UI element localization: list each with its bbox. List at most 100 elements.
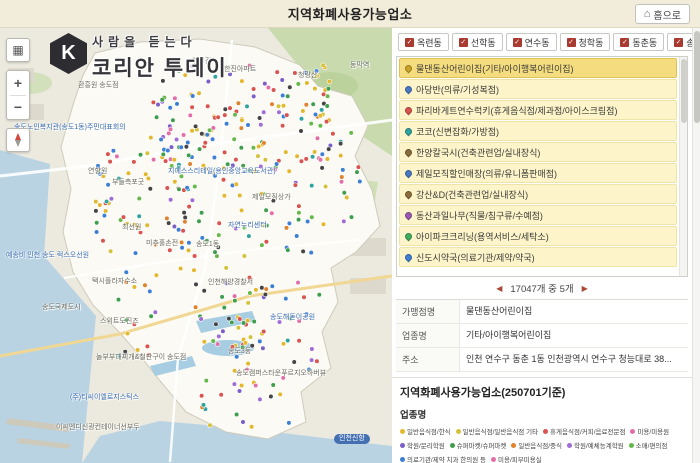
map-pin-icon bbox=[404, 189, 414, 199]
checkbox-icon: ✓ bbox=[405, 38, 414, 47]
header-bar: 지역화폐사용가능업소 ⌂ 홈으로 bbox=[0, 0, 700, 28]
legend-item-label: 의료기관/제약 치과 한의원 등 bbox=[407, 454, 486, 463]
list-item[interactable]: 한양칼국시(건축관련업/실내장식) bbox=[399, 142, 677, 162]
panel-scrollbar[interactable] bbox=[692, 28, 700, 463]
next-page-button[interactable]: ▶ bbox=[582, 284, 588, 293]
list-scrollbar[interactable] bbox=[679, 57, 687, 276]
list-item-label: 아이파크크리닝(용역서비스/세탁소) bbox=[416, 230, 549, 243]
legend-item-label: 미용/미용원 bbox=[637, 426, 669, 436]
list-item[interactable]: 신도시약국(의료기관/제약/약국) bbox=[399, 247, 677, 267]
legend-item-label: 미용/피부미용실 bbox=[498, 454, 542, 463]
legend-item: 학원/문리학원 bbox=[400, 440, 445, 450]
map-layers-button[interactable]: ▦ bbox=[6, 38, 30, 62]
legend-item-label: 일반음식점/일반음식점 기타 bbox=[463, 426, 538, 436]
map-pin-icon bbox=[404, 105, 414, 115]
map-canvas[interactable]: 환흥원 송도점옛정길한진아파트청량산동막역송도노인복지관(송도1동)주민대표회의… bbox=[0, 28, 392, 463]
category-dot-icon bbox=[629, 443, 634, 448]
legend-item: 소매/편의점 bbox=[629, 440, 668, 450]
list-item-label: 강산&D(건축관련업/실내장식) bbox=[416, 188, 528, 201]
list-item-label: 한양칼국시(건축관련업/실내장식) bbox=[416, 146, 540, 159]
legend-item: 미용/미용원 bbox=[630, 426, 669, 436]
compass-needle-north-icon bbox=[15, 133, 21, 140]
list-item[interactable]: 강산&D(건축관련업/실내장식) bbox=[399, 184, 677, 204]
district-filter-chip[interactable]: ✓연수동 bbox=[506, 33, 557, 51]
legend-section: 지역화폐사용가능업소(250701기준) 업종명 일반음식점/한식 일반음식점/일… bbox=[392, 377, 692, 463]
compass-needle-south-icon bbox=[15, 140, 21, 147]
legend-item-label: 휴게음식점/커피/음료전문점 bbox=[550, 426, 625, 436]
zoom-out-button[interactable]: − bbox=[7, 96, 29, 120]
legend-item-label: 일반음식점/한식 bbox=[407, 426, 451, 436]
list-item[interactable]: 제일모직할인매장(의류/유니폼판매점) bbox=[399, 163, 677, 183]
category-dot-icon bbox=[456, 429, 461, 434]
legend-title: 지역화폐사용가능업소(250701기준) bbox=[400, 384, 684, 400]
checkbox-icon: ✓ bbox=[674, 38, 683, 47]
list-item-label: 제일모직할인매장(의류/유니폼판매점) bbox=[416, 167, 557, 180]
map-pin-icon bbox=[404, 168, 414, 178]
legend-item: 일반음식점/중식 bbox=[511, 440, 562, 450]
legend-item-label: 일반음식점/중식 bbox=[518, 440, 562, 450]
district-filter-chip[interactable]: ✓청학동 bbox=[560, 33, 611, 51]
legend-items: 일반음식점/한식 일반음식점/일반음식점 기타 휴게음식점/커피/음료전문점 미용/미… bbox=[400, 426, 684, 463]
list-item-label: 동산과일나무(직물/침구류/수예점) bbox=[416, 209, 543, 222]
legend-item: 일반음식점/일반음식점 기타 bbox=[456, 426, 538, 436]
business-list-items: 물댄동산어린이집(기타/아이행복어린이집) 아당반(의류/기성복점) 파리바게트연수… bbox=[397, 57, 679, 268]
detail-label: 가맹점명 bbox=[396, 300, 460, 323]
category-dot-icon bbox=[400, 443, 405, 448]
list-item-label: 물댄동산어린이집(기타/아이행복어린이집) bbox=[416, 62, 574, 75]
legend-item: 휴게음식점/커피/음료전문점 bbox=[543, 426, 625, 436]
checkbox-icon: ✓ bbox=[459, 38, 468, 47]
map-pin-icon bbox=[404, 252, 414, 262]
compass-button[interactable] bbox=[6, 128, 30, 152]
category-dot-icon bbox=[450, 443, 455, 448]
legend-item: 학원/예체능계학원 bbox=[567, 440, 624, 450]
map-svg bbox=[0, 28, 392, 463]
category-dot-icon bbox=[491, 457, 496, 462]
category-dot-icon bbox=[543, 429, 548, 434]
map-pin-icon bbox=[404, 63, 414, 73]
list-item[interactable]: 아당반(의류/기성복점) bbox=[399, 79, 677, 99]
category-dot-icon bbox=[567, 443, 572, 448]
district-filter-chip[interactable]: ✓송도동 bbox=[667, 33, 692, 51]
zoom-in-button[interactable]: + bbox=[7, 71, 29, 95]
legend-item: 의료기관/제약 치과 한의원 등 bbox=[400, 454, 486, 463]
zoom-control: + − bbox=[6, 70, 30, 120]
legend-item-label: 학원/예체능계학원 bbox=[574, 440, 624, 450]
legend-item: 미용/피부미용실 bbox=[491, 454, 542, 463]
detail-label: 업종명 bbox=[396, 324, 460, 347]
list-item[interactable]: 파리바게트연수럭키(휴게음식점/제과점/아이스크림점) bbox=[399, 100, 677, 120]
home-icon: ⌂ bbox=[644, 8, 651, 20]
list-item[interactable]: 아이파크크리닝(용역서비스/세탁소) bbox=[399, 226, 677, 246]
legend-item: 슈퍼마켓/슈퍼마켓 bbox=[450, 440, 507, 450]
list-item[interactable]: 코코(신변잡화/가방점) bbox=[399, 121, 677, 141]
map-pin-icon bbox=[404, 126, 414, 136]
page-title: 지역화폐사용가능업소 bbox=[288, 4, 413, 23]
list-item-label: 파리바게트연수럭키(휴게음식점/제과점/아이스크림점) bbox=[416, 104, 617, 117]
district-filter-label: 연수동 bbox=[525, 36, 550, 49]
home-button[interactable]: ⌂ 홈으로 bbox=[635, 4, 690, 24]
district-filter-chip[interactable]: ✓동춘동 bbox=[613, 33, 664, 51]
pagination: ◀ 17047개 중 5개 ▶ bbox=[392, 279, 692, 297]
list-scrollbar-thumb[interactable] bbox=[681, 59, 687, 123]
list-item-label: 아당반(의류/기성복점) bbox=[416, 83, 499, 96]
list-item[interactable]: 동산과일나무(직물/침구류/수예점) bbox=[399, 205, 677, 225]
district-filter-chip[interactable]: ✓선학동 bbox=[452, 33, 503, 51]
list-item-label: 신도시약국(의료기관/제약/약국) bbox=[416, 251, 535, 264]
detail-label: 주소 bbox=[396, 348, 460, 371]
map-pin-icon bbox=[404, 210, 414, 220]
checkbox-icon: ✓ bbox=[620, 38, 629, 47]
category-dot-icon bbox=[511, 443, 516, 448]
prev-page-button[interactable]: ◀ bbox=[496, 284, 502, 293]
detail-row: 업종명기타/아이행복어린이집 bbox=[396, 324, 688, 348]
layers-icon: ▦ bbox=[12, 43, 23, 57]
detail-row: 주소인천 연수구 동춘 1동 인천광역시 연수구 청능대로 38... bbox=[396, 348, 688, 372]
detail-value: 물댄동산어린이집 bbox=[460, 300, 688, 323]
legend-item-label: 학원/문리학원 bbox=[407, 440, 445, 450]
checkbox-icon: ✓ bbox=[567, 38, 576, 47]
map-pin-icon bbox=[404, 147, 414, 157]
panel-scrollbar-thumb[interactable] bbox=[694, 31, 700, 123]
district-filter-chip[interactable]: ✓옥련동 bbox=[398, 33, 449, 51]
store-details-table: 가맹점명물댄동산어린이집업종명기타/아이행복어린이집주소인천 연수구 동춘 1동… bbox=[396, 299, 688, 372]
legend-item-label: 슈퍼마켓/슈퍼마켓 bbox=[457, 440, 507, 450]
list-item[interactable]: 물댄동산어린이집(기타/아이행복어린이집) bbox=[399, 58, 677, 78]
legend-subtitle: 업종명 bbox=[400, 407, 684, 421]
